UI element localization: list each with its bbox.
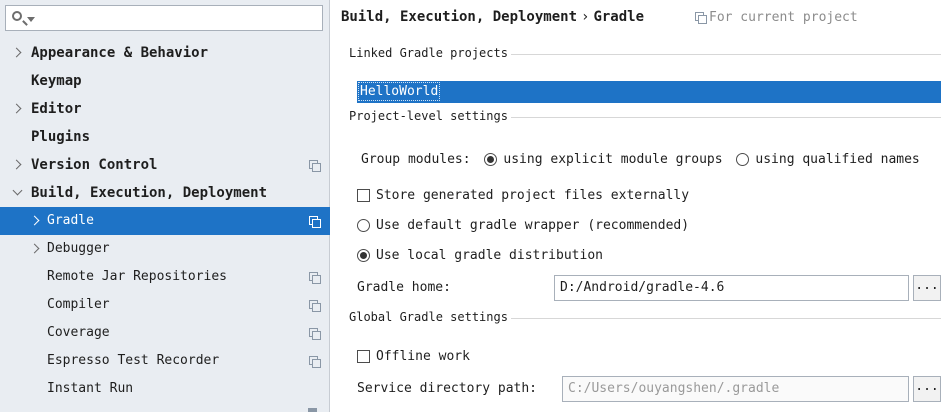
chevron-right-icon[interactable] bbox=[12, 95, 24, 123]
section-title-linked: Linked Gradle projects bbox=[349, 46, 508, 60]
breadcrumb: Build, Execution, Deployment › Gradle bbox=[341, 9, 644, 25]
settings-sidebar: Appearance & Behavior Keymap Editor Plug… bbox=[0, 0, 330, 412]
group-modules-label: Group modules: bbox=[361, 152, 471, 167]
copy-icon bbox=[308, 408, 317, 412]
tree-item-label: Coverage bbox=[47, 325, 110, 340]
section-title-global: Global Gradle settings bbox=[349, 310, 508, 324]
tree-item-label: Build, Execution, Deployment bbox=[31, 185, 268, 201]
search-icon[interactable] bbox=[12, 11, 22, 21]
store-externally-row[interactable]: Store generated project files externally bbox=[357, 187, 689, 205]
tree-item-label: Remote Jar Repositories bbox=[47, 269, 228, 284]
radio-explicit-groups-label[interactable]: using explicit module groups bbox=[503, 152, 722, 167]
gradle-settings-panel: Build, Execution, Deployment › Gradle For … bbox=[331, 0, 948, 412]
copy-icon bbox=[309, 356, 321, 368]
scope-label: For current project bbox=[709, 10, 858, 25]
chevron-down-icon[interactable] bbox=[12, 179, 24, 207]
chevron-right-icon[interactable] bbox=[12, 39, 24, 67]
tree-item-label: Version Control bbox=[31, 157, 158, 173]
default-wrapper-row[interactable]: Use default gradle wrapper (recommended) bbox=[357, 217, 689, 235]
copy-icon bbox=[309, 160, 321, 172]
project-scope-note: For current project bbox=[695, 10, 858, 25]
tree-item-label: Instant Run bbox=[47, 381, 134, 396]
offline-work-label[interactable]: Offline work bbox=[376, 349, 470, 364]
radio-default-wrapper[interactable] bbox=[357, 219, 370, 232]
tree-item-label: Editor bbox=[31, 101, 82, 117]
tree-item-editor[interactable]: Editor bbox=[0, 95, 330, 123]
section-divider bbox=[511, 54, 941, 55]
linked-projects-list[interactable]: HelloWorld bbox=[357, 81, 941, 103]
tree-item-build-execution-deployment[interactable]: Build, Execution, Deployment bbox=[0, 179, 330, 207]
gradle-home-browse-button[interactable]: ... bbox=[913, 275, 941, 301]
copy-icon bbox=[309, 300, 321, 312]
tree-item-label: Keymap bbox=[31, 73, 82, 89]
tree-item-debugger[interactable]: Debugger bbox=[0, 235, 330, 263]
list-item[interactable]: HelloWorld bbox=[358, 82, 441, 101]
section-divider bbox=[511, 117, 941, 118]
tree-item-gradle[interactable]: Gradle bbox=[0, 207, 330, 235]
copy-icon bbox=[309, 328, 321, 340]
breadcrumb-separator: › bbox=[581, 9, 590, 25]
section-divider bbox=[511, 318, 941, 319]
tree-item-version-control[interactable]: Version Control bbox=[0, 151, 330, 179]
copy-icon bbox=[695, 12, 707, 24]
service-dir-browse-button[interactable]: ... bbox=[913, 376, 941, 402]
gradle-home-label: Gradle home: bbox=[357, 280, 451, 295]
tree-item-espresso-test-recorder[interactable]: Espresso Test Recorder bbox=[0, 347, 330, 375]
settings-search-input[interactable] bbox=[5, 5, 323, 31]
store-externally-label[interactable]: Store generated project files externally bbox=[376, 188, 689, 203]
chevron-right-icon[interactable] bbox=[12, 151, 24, 179]
radio-qualified-names[interactable] bbox=[736, 153, 750, 166]
section-title-project-level: Project-level settings bbox=[349, 109, 508, 123]
chevron-right-icon[interactable] bbox=[30, 207, 42, 235]
tree-item-instant-run[interactable]: Instant Run bbox=[0, 375, 330, 403]
store-externally-checkbox[interactable] bbox=[357, 189, 370, 202]
radio-explicit-groups[interactable] bbox=[484, 153, 498, 166]
gradle-home-input[interactable]: D:/Android/gradle-4.6 bbox=[554, 275, 909, 301]
tree-item-label: Plugins bbox=[31, 129, 91, 145]
settings-tree: Appearance & Behavior Keymap Editor Plug… bbox=[0, 39, 330, 403]
tree-item-label: Compiler bbox=[47, 297, 110, 312]
tree-item-compiler[interactable]: Compiler bbox=[0, 291, 330, 319]
service-dir-input[interactable]: C:/Users/ouyangshen/.gradle bbox=[562, 376, 909, 402]
tree-item-plugins[interactable]: Plugins bbox=[0, 123, 330, 151]
radio-qualified-names-label[interactable]: using qualified names bbox=[755, 152, 919, 167]
offline-work-row[interactable]: Offline work bbox=[357, 348, 470, 366]
tree-item-label: Appearance & Behavior bbox=[31, 45, 209, 61]
radio-local-distribution[interactable] bbox=[357, 249, 370, 262]
tree-item-coverage[interactable]: Coverage bbox=[0, 319, 330, 347]
breadcrumb-parent[interactable]: Build, Execution, Deployment bbox=[341, 9, 577, 25]
chevron-right-icon[interactable] bbox=[30, 235, 42, 263]
copy-icon bbox=[309, 272, 321, 284]
tree-item-keymap[interactable]: Keymap bbox=[0, 67, 330, 95]
local-distribution-label[interactable]: Use local gradle distribution bbox=[376, 248, 603, 263]
copy-icon bbox=[309, 216, 321, 228]
tree-item-label: Espresso Test Recorder bbox=[47, 353, 220, 368]
tree-item-appearance-behavior[interactable]: Appearance & Behavior bbox=[0, 39, 330, 67]
group-modules-row: Group modules: using explicit module gro… bbox=[361, 151, 920, 169]
tree-item-label: Gradle bbox=[47, 213, 94, 228]
offline-work-checkbox[interactable] bbox=[357, 350, 370, 363]
service-dir-label: Service directory path: bbox=[357, 381, 538, 396]
search-dropdown-icon[interactable] bbox=[27, 17, 35, 22]
local-distribution-row[interactable]: Use local gradle distribution bbox=[357, 247, 603, 265]
breadcrumb-current: Gradle bbox=[593, 9, 645, 25]
tree-item-label: Debugger bbox=[47, 241, 110, 256]
tree-item-remote-jar-repositories[interactable]: Remote Jar Repositories bbox=[0, 263, 330, 291]
default-wrapper-label[interactable]: Use default gradle wrapper (recommended) bbox=[376, 218, 689, 233]
